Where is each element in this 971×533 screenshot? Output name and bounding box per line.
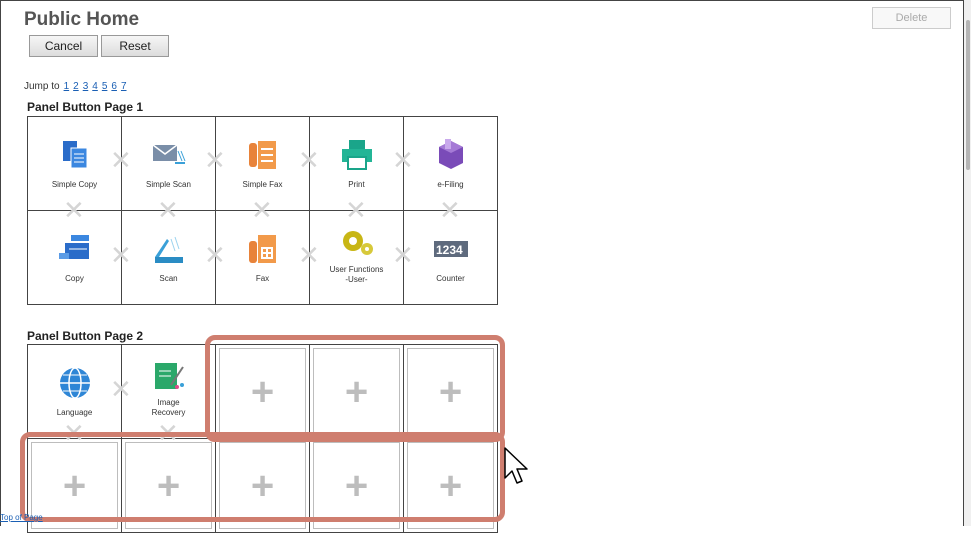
empty-slot[interactable]: + — [404, 439, 498, 533]
top-of-page-link[interactable]: Top of Page — [0, 513, 43, 522]
panel-button-user-functions[interactable]: User Functions -User- — [310, 211, 404, 305]
panel-button-label: Counter — [436, 274, 465, 283]
panel-button-language[interactable]: Language — [28, 345, 122, 439]
panel-button-label: Print — [348, 180, 365, 189]
reset-button[interactable]: Reset — [101, 35, 169, 57]
jump-link-7[interactable]: 7 — [121, 81, 127, 92]
image-recovery-icon — [154, 363, 184, 389]
jump-link-3[interactable]: 3 — [83, 81, 89, 92]
panel-button-label: Copy — [65, 274, 84, 283]
jump-link-4[interactable]: 4 — [92, 81, 98, 92]
plus-icon: + — [156, 463, 181, 508]
e-filing-icon — [438, 139, 463, 169]
simple-copy-icon — [62, 141, 87, 169]
plus-icon: + — [250, 369, 275, 414]
plus-icon: + — [344, 369, 369, 414]
panel-button-scan[interactable]: Scan — [122, 211, 216, 305]
plus-icon: + — [250, 463, 275, 508]
panel-grid-page2: Language Image Recovery + + + + + + + + — [27, 344, 498, 533]
panel-button-copy[interactable]: Copy — [28, 211, 122, 305]
svg-text:1234: 1234 — [436, 243, 463, 257]
panel-button-simple-fax[interactable]: Simple Fax — [216, 117, 310, 211]
panel-button-label: Simple Copy — [51, 180, 98, 189]
simple-fax-icon — [248, 141, 276, 169]
empty-slot[interactable]: + — [310, 439, 404, 533]
panel-button-simple-scan[interactable]: Simple Scan — [122, 117, 216, 211]
empty-slot[interactable]: + — [404, 345, 498, 439]
panel-button-image-recovery[interactable]: Image Recovery — [122, 345, 216, 439]
panel-button-label: User Functions -User- — [329, 265, 384, 284]
mouse-cursor-icon — [504, 447, 528, 484]
jump-link-1[interactable]: 1 — [64, 81, 70, 92]
language-icon — [59, 367, 90, 399]
plus-icon: + — [438, 369, 463, 414]
user-functions-icon — [342, 231, 373, 255]
scrollbar-thumb[interactable] — [966, 20, 970, 170]
cancel-button[interactable]: Cancel — [29, 35, 98, 57]
panel-button-label: Scan — [159, 274, 178, 283]
jump-link-2[interactable]: 2 — [73, 81, 79, 92]
copy-icon — [58, 235, 89, 259]
simple-scan-icon — [152, 144, 185, 164]
panel-button-label: Image Recovery — [151, 398, 186, 417]
page-title: Public Home — [24, 9, 140, 30]
counter-icon: 1234 — [433, 241, 468, 257]
jump-link-6[interactable]: 6 — [111, 81, 117, 92]
panel-button-label: e-Filing — [437, 180, 464, 189]
plus-icon: + — [438, 463, 463, 508]
jump-to-label: Jump to — [24, 81, 60, 92]
jump-link-5[interactable]: 5 — [102, 81, 108, 92]
panel-button-fax[interactable]: Fax — [216, 211, 310, 305]
panel-button-label: Fax — [255, 274, 270, 283]
panel-button-label: Simple Scan — [146, 180, 191, 189]
empty-slot[interactable]: + — [310, 345, 404, 439]
panel-button-print[interactable]: Print — [310, 117, 404, 211]
panel-button-e-filing[interactable]: e-Filing — [404, 117, 498, 211]
panel-grid-page1: Simple Copy Simple Scan Simple Fax Print… — [27, 116, 498, 305]
fax-icon — [248, 235, 276, 263]
empty-slot[interactable]: + — [122, 439, 216, 533]
panel-button-label: Language — [56, 408, 93, 417]
scan-icon — [154, 236, 183, 263]
plus-icon: + — [344, 463, 369, 508]
empty-slot[interactable]: + — [216, 439, 310, 533]
print-icon — [341, 140, 372, 170]
panel-button-counter[interactable]: 1234 Counter — [404, 211, 498, 305]
section-title-page2: Panel Button Page 2 — [27, 329, 144, 343]
delete-button[interactable]: Delete — [872, 7, 951, 29]
jump-to-nav: Jump to 1 2 3 4 5 6 7 — [24, 81, 127, 92]
section-title-page1: Panel Button Page 1 — [27, 100, 144, 114]
panel-button-label: Simple Fax — [242, 180, 283, 189]
plus-icon: + — [62, 463, 87, 508]
panel-button-simple-copy[interactable]: Simple Copy — [28, 117, 122, 211]
empty-slot[interactable]: + — [216, 345, 310, 439]
